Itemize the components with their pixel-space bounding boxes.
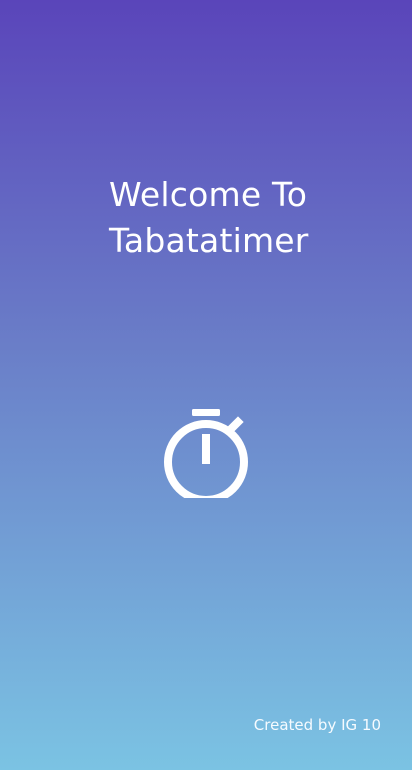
welcome-title-line-2: Tabatatimer (109, 221, 309, 261)
welcome-title-line-1: Welcome To (109, 175, 308, 215)
welcome-title: Welcome To Tabatatimer (109, 172, 349, 264)
creator-credit: Created by IG 10 (253, 716, 381, 734)
splash-screen: Welcome To Tabatatimer Created by IG 10 (0, 0, 412, 770)
stopwatch-icon (160, 406, 252, 504)
